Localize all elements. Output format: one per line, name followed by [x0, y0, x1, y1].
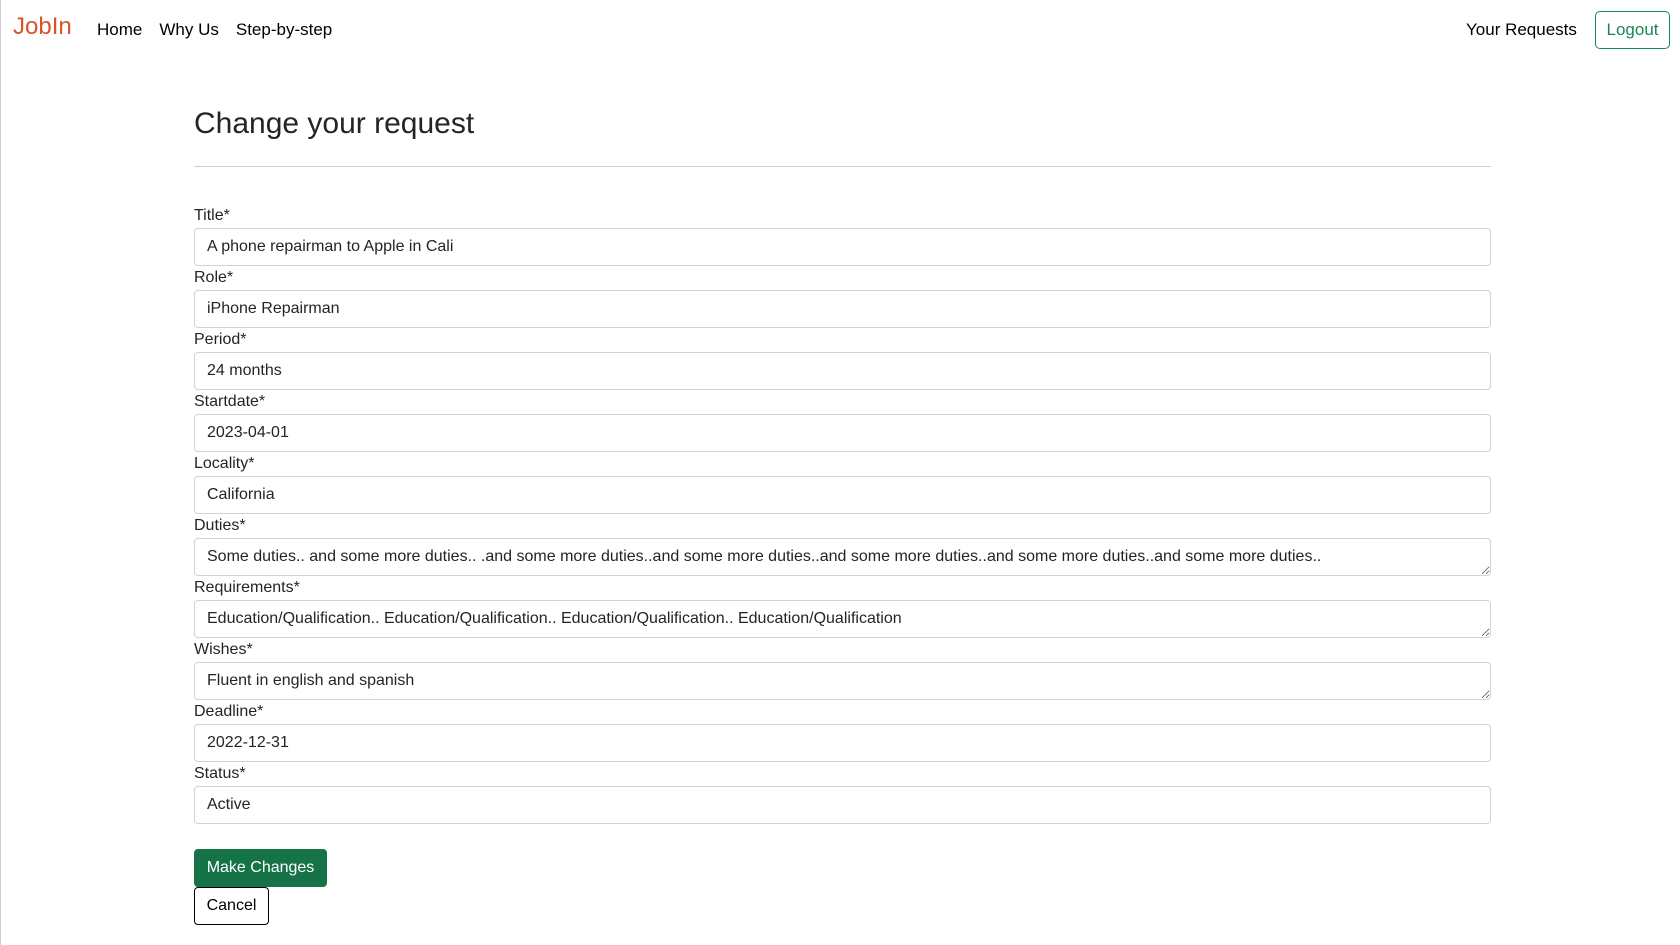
field-label: Title* — [194, 207, 230, 224]
logout-button[interactable]: Logout — [1595, 11, 1670, 49]
make-changes-button[interactable]: Make Changes — [194, 849, 327, 887]
field-locality: Locality* — [194, 454, 1491, 516]
field-requirements: Requirements* Education/Qualification.. … — [194, 578, 1491, 640]
field-label: Startdate* — [194, 393, 266, 410]
field-status: Status* — [194, 764, 1491, 826]
field-label: Role* — [194, 269, 234, 286]
field-label: Wishes* — [194, 641, 253, 658]
role-input[interactable] — [194, 290, 1491, 328]
wishes-textarea[interactable]: Fluent in english and spanish — [194, 662, 1491, 700]
nav-link-why-us[interactable]: Why Us — [159, 19, 219, 41]
requirements-textarea[interactable]: Education/Qualification.. Education/Qual… — [194, 600, 1491, 638]
startdate-input[interactable] — [194, 414, 1491, 452]
cancel-button[interactable]: Cancel — [194, 887, 269, 925]
field-label: Requirements* — [194, 579, 300, 596]
field-duties: Duties* Some duties.. and some more duti… — [194, 516, 1491, 578]
field-period: Period* — [194, 330, 1491, 392]
nav-link-your-requests[interactable]: Your Requests — [1466, 19, 1577, 41]
field-label: Status* — [194, 765, 246, 782]
brand-logo[interactable]: JobIn — [13, 13, 72, 41]
title-input[interactable] — [194, 228, 1491, 266]
nav-link-home[interactable]: Home — [97, 19, 142, 41]
deadline-input[interactable] — [194, 724, 1491, 762]
nav-link-step-by-step[interactable]: Step-by-step — [236, 19, 332, 41]
field-wishes: Wishes* Fluent in english and spanish — [194, 640, 1491, 702]
field-title: Title* — [194, 206, 1491, 268]
navbar: JobIn Home Why Us Step-by-step Your Requ… — [1, 0, 1680, 60]
locality-input[interactable] — [194, 476, 1491, 514]
field-startdate: Startdate* — [194, 392, 1491, 454]
divider — [194, 166, 1491, 167]
field-label: Deadline* — [194, 703, 264, 720]
duties-textarea[interactable]: Some duties.. and some more duties.. .an… — [194, 538, 1491, 576]
nav-links: Home Why Us Step-by-step — [97, 19, 349, 41]
field-label: Duties* — [194, 517, 246, 534]
change-request-form: Title* Role* Period* Startdate* Locality… — [194, 206, 1491, 826]
page-title: Change your request — [194, 107, 475, 140]
field-label: Locality* — [194, 455, 255, 472]
period-input[interactable] — [194, 352, 1491, 390]
field-label: Period* — [194, 331, 247, 348]
field-role: Role* — [194, 268, 1491, 330]
field-deadline: Deadline* — [194, 702, 1491, 764]
status-input[interactable] — [194, 786, 1491, 824]
